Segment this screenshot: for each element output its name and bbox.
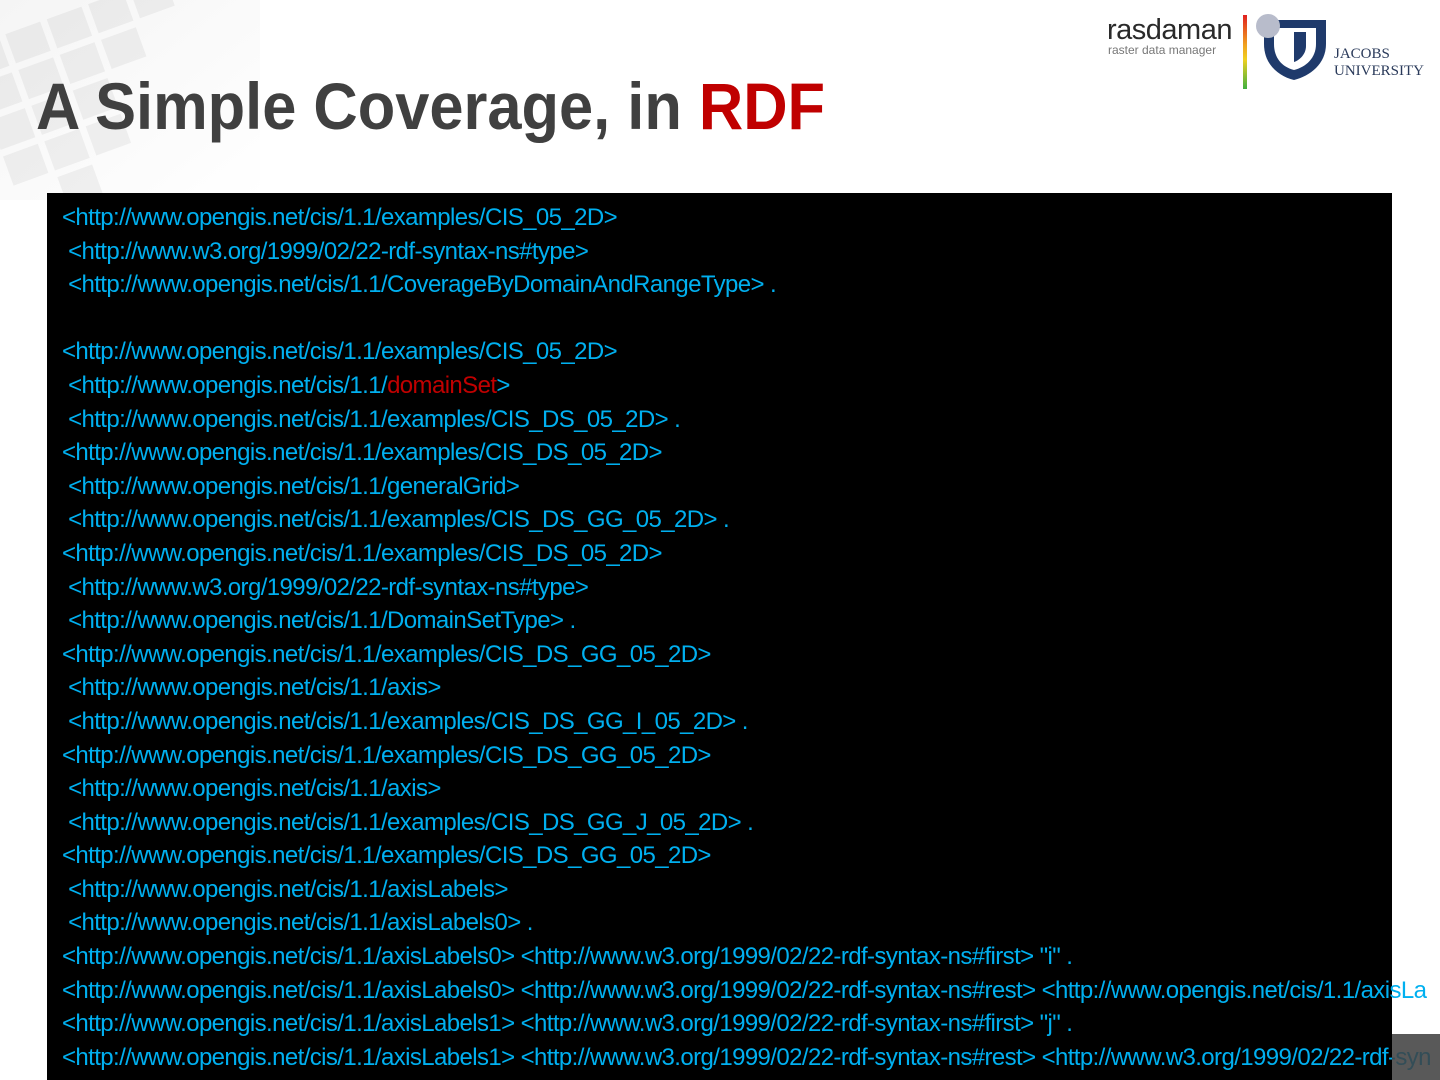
jacobs-shield-icon xyxy=(1256,14,1326,80)
code-line: <http://www.opengis.net/cis/1.1/DomainSe… xyxy=(62,604,1431,638)
code-text: <http://www.opengis.net/cis/1.1/examples… xyxy=(62,405,681,433)
code-line: <http://www.opengis.net/cis/1.1/axisLabe… xyxy=(62,873,1431,907)
rdf-code-lines: <http://www.opengis.net/cis/1.1/examples… xyxy=(62,201,1432,1075)
code-line: <http://www.w3.org/1999/02/22-rdf-syntax… xyxy=(62,235,1431,269)
code-text: <http://www.opengis.net/cis/1.1/examples… xyxy=(62,439,663,467)
code-text: <http://www.opengis.net/cis/1.1/ xyxy=(62,371,388,399)
code-line: <http://www.opengis.net/cis/1.1/examples… xyxy=(62,806,1431,840)
slide-title: A Simple Coverage, in RDF xyxy=(36,66,825,146)
logo-divider-bar xyxy=(1243,15,1247,89)
code-line: <http://www.opengis.net/cis/1.1/examples… xyxy=(62,638,1431,672)
jacobs-university-wordmark: JACOBS UNIVERSITY xyxy=(1334,46,1424,80)
code-text: <http://www.opengis.net/cis/1.1/examples… xyxy=(62,808,754,836)
slide: A Simple Coverage, in RDF rasdaman raste… xyxy=(0,0,1440,1080)
page-number-tab xyxy=(1392,1034,1440,1080)
code-highlight: domainSet xyxy=(387,371,497,399)
code-text: <http://www.opengis.net/cis/1.1/examples… xyxy=(62,539,663,567)
jacobs-text-line1: JACOBS xyxy=(1334,46,1390,62)
rdf-code-panel: <http://www.opengis.net/cis/1.1/examples… xyxy=(47,193,1432,1080)
code-line: <http://www.opengis.net/cis/1.1/examples… xyxy=(62,739,1431,773)
code-line: <http://www.opengis.net/cis/1.1/axis> xyxy=(62,772,1431,806)
code-line: <http://www.opengis.net/cis/1.1/examples… xyxy=(62,839,1431,873)
title-accent: RDF xyxy=(698,69,826,143)
title-prefix: A Simple Coverage, in xyxy=(36,69,699,143)
code-line: <http://www.opengis.net/cis/1.1/axisLabe… xyxy=(62,974,1431,1008)
code-line: <http://www.opengis.net/cis/1.1/examples… xyxy=(62,503,1431,537)
code-line: <http://www.opengis.net/cis/1.1/examples… xyxy=(62,537,1431,571)
jacobs-text-line2: UNIVERSITY xyxy=(1334,63,1424,79)
code-line: <http://www.opengis.net/cis/1.1/generalG… xyxy=(62,470,1431,504)
code-text-suffix: > xyxy=(496,371,510,399)
code-line: <http://www.opengis.net/cis/1.1/examples… xyxy=(62,201,1431,235)
code-line: <http://www.opengis.net/cis/1.1/axisLabe… xyxy=(62,940,1431,974)
rasdaman-logo-tagline: raster data manager xyxy=(1108,43,1217,57)
code-text: <http://www.opengis.net/cis/1.1/examples… xyxy=(62,707,748,735)
code-text: <http://www.opengis.net/cis/1.1/axisLabe… xyxy=(62,875,508,903)
code-text: <http://www.opengis.net/cis/1.1/axis> xyxy=(62,775,441,803)
code-text: <http://www.opengis.net/cis/1.1/DomainSe… xyxy=(62,607,576,635)
code-text: <http://www.opengis.net/cis/1.1/Coverage… xyxy=(62,271,777,299)
code-line: <http://www.opengis.net/cis/1.1/Coverage… xyxy=(62,268,1431,302)
code-text: <http://www.opengis.net/cis/1.1/examples… xyxy=(62,204,618,231)
code-text: <http://www.opengis.net/cis/1.1/examples… xyxy=(62,842,711,870)
code-text: <http://www.opengis.net/cis/1.1/axisLabe… xyxy=(62,1043,1432,1071)
code-text: <http://www.opengis.net/cis/1.1/examples… xyxy=(62,640,711,668)
code-line: <http://www.opengis.net/cis/1.1/axisLabe… xyxy=(62,1041,1432,1075)
code-text: <http://www.opengis.net/cis/1.1/axisLabe… xyxy=(62,1010,1073,1038)
code-line: <http://www.opengis.net/cis/1.1/examples… xyxy=(62,403,1431,437)
code-text: <http://www.opengis.net/cis/1.1/examples… xyxy=(62,741,711,769)
code-line: <http://www.opengis.net/cis/1.1/axis> xyxy=(62,671,1431,705)
code-line: <http://www.opengis.net/cis/1.1/axisLabe… xyxy=(62,1007,1431,1041)
code-line: <http://www.opengis.net/cis/1.1/axisLabe… xyxy=(62,906,1431,940)
logo-area: rasdaman raster data manager JACOBS UNIV… xyxy=(1100,10,1440,95)
code-text: <http://www.w3.org/1999/02/22-rdf-syntax… xyxy=(62,573,589,601)
code-line: <http://www.opengis.net/cis/1.1/examples… xyxy=(62,335,1431,369)
code-line: <http://www.opengis.net/cis/1.1/examples… xyxy=(62,705,1431,739)
code-text: <http://www.opengis.net/cis/1.1/axis> xyxy=(62,674,441,702)
code-line: <http://www.w3.org/1999/02/22-rdf-syntax… xyxy=(62,571,1431,605)
rasdaman-logo-name: rasdaman xyxy=(1107,14,1232,46)
code-text: <http://www.opengis.net/cis/1.1/examples… xyxy=(62,338,618,366)
code-text: <http://www.opengis.net/cis/1.1/axisLabe… xyxy=(62,943,1073,971)
code-line: <http://www.opengis.net/cis/1.1/domainSe… xyxy=(62,369,1431,403)
code-text: <http://www.opengis.net/cis/1.1/axisLabe… xyxy=(62,976,1427,1004)
code-text: <http://www.opengis.net/cis/1.1/generalG… xyxy=(62,472,520,500)
code-text: <http://www.w3.org/1999/02/22-rdf-syntax… xyxy=(62,237,589,265)
code-line: <http://www.opengis.net/cis/1.1/examples… xyxy=(62,436,1431,470)
code-text: <http://www.opengis.net/cis/1.1/axisLabe… xyxy=(62,909,533,937)
code-text: <http://www.opengis.net/cis/1.1/examples… xyxy=(62,506,730,534)
